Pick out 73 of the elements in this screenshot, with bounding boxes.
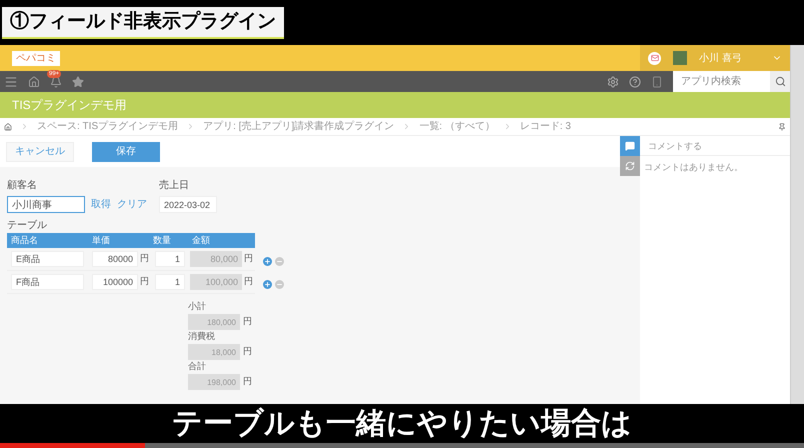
pin-icon[interactable] (778, 122, 786, 130)
plus-icon (264, 281, 271, 288)
add-row-button[interactable] (263, 257, 272, 266)
field-label: 消費税 (188, 330, 216, 342)
mail-icon[interactable] (648, 52, 661, 64)
minus-icon (276, 258, 283, 265)
unit-label: 円 (244, 275, 253, 288)
menu-icon[interactable] (4, 74, 18, 88)
app-title: TISプラグインデモ用 (12, 97, 127, 114)
breadcrumb-link[interactable]: アプリ: [売上アプリ]請求書作成プラグイン (203, 119, 394, 134)
breadcrumb-link[interactable]: 一覧: （すべて） (419, 119, 495, 134)
empty-comments-text: コメントはありません。 (643, 161, 744, 174)
total-field[interactable]: 18,000 (188, 344, 240, 360)
help-icon[interactable] (629, 76, 641, 88)
quantity-field[interactable]: 1 (155, 251, 185, 267)
refresh-icon (625, 161, 635, 171)
plus-icon (264, 258, 271, 265)
field-label: 小計 (188, 300, 207, 312)
settings-icon[interactable] (607, 76, 619, 88)
home-icon[interactable] (28, 76, 40, 88)
star-icon[interactable] (72, 76, 84, 88)
unit-label: 円 (244, 252, 253, 266)
column-header: 単価 (91, 234, 111, 247)
logo: ペパコミ (12, 50, 60, 66)
product-field[interactable]: F商品 (11, 274, 84, 290)
unit-label: 円 (140, 275, 149, 288)
column-header: 金額 (191, 234, 210, 247)
avatar (673, 51, 687, 65)
price-field[interactable]: 100000 (92, 274, 138, 290)
remove-row-button[interactable] (275, 280, 284, 289)
field-label: 合計 (188, 360, 207, 372)
cancel-button[interactable]: キャンセル (6, 142, 74, 162)
total-field[interactable]: 198,000 (188, 374, 240, 390)
field-label: テーブル (7, 218, 48, 233)
total-field[interactable]: 180,000 (188, 314, 240, 330)
subtitle: テーブルも一緒にやりたい場合は (172, 406, 632, 440)
add-row-button[interactable] (263, 280, 272, 289)
title-banner: ①フィールド非表示プラグイン (2, 7, 284, 39)
product-field[interactable]: E商品 (11, 251, 84, 267)
breadcrumb-link[interactable]: スペース: TISプラグインデモ用 (37, 119, 178, 134)
progress-track[interactable] (0, 443, 804, 448)
save-button[interactable]: 保存 (92, 142, 160, 162)
unit-label: 円 (243, 375, 252, 388)
customer-field[interactable]: 小川商事 (7, 196, 85, 213)
unit-label: 円 (243, 315, 252, 328)
quantity-field[interactable]: 1 (155, 274, 185, 290)
search-icon (774, 76, 786, 87)
comment-tab[interactable] (620, 136, 640, 156)
price-field[interactable]: 80000 (92, 251, 138, 267)
envelope-icon (650, 54, 658, 62)
field-label: 顧客名 (7, 178, 38, 193)
unit-label: 円 (140, 252, 149, 266)
column-header: 商品名 (10, 234, 39, 247)
date-field[interactable]: 2022-03-02 (159, 196, 217, 213)
amount-field[interactable]: 80,000 (190, 251, 242, 267)
search-button[interactable] (770, 71, 790, 92)
home-icon[interactable] (4, 122, 12, 130)
remove-row-button[interactable] (275, 257, 284, 266)
amount-field[interactable]: 100,000 (190, 274, 242, 290)
chevron-icon (20, 122, 29, 131)
bell-icon[interactable] (50, 76, 62, 88)
phone-icon[interactable] (651, 76, 663, 88)
history-tab[interactable] (620, 156, 640, 176)
field-link[interactable]: クリア (117, 197, 147, 212)
field-link[interactable]: 取得 (91, 197, 111, 212)
speech-bubble-icon (625, 141, 635, 151)
scrollbar[interactable] (790, 45, 804, 404)
search-field[interactable]: アプリ内検索 (673, 71, 770, 92)
user-name[interactable]: 小川 喜弓 (699, 50, 742, 66)
minus-icon (276, 281, 283, 288)
field-label: 売上日 (159, 178, 190, 193)
column-header: 数量 (152, 234, 172, 247)
unit-label: 円 (243, 345, 252, 358)
